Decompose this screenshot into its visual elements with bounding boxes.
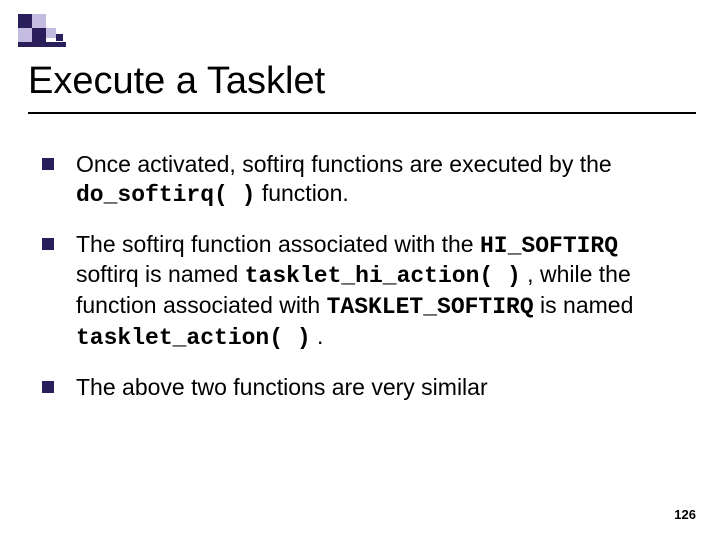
corner-decoration-line [18, 42, 66, 47]
bullet-item: Once activated, softirq functions are ex… [42, 150, 678, 210]
bullet-item: The above two functions are very similar [42, 373, 678, 402]
bullet-item: The softirq function associated with the… [42, 230, 678, 353]
square-bullet-icon [42, 238, 54, 250]
bullet-text: . [311, 323, 324, 349]
page-number: 126 [674, 507, 696, 522]
bullet-text: function. [255, 180, 348, 206]
bullet-text: The above two functions are very similar [76, 374, 488, 400]
code-span: tasklet_action( ) [76, 325, 311, 351]
code-span: do_softirq( ) [76, 182, 255, 208]
square-bullet-icon [42, 381, 54, 393]
bullet-text: softirq is named [76, 261, 245, 287]
bullet-text: is named [534, 292, 634, 318]
slide-title: Execute a Tasklet [28, 60, 325, 103]
slide-body: Once activated, softirq functions are ex… [42, 150, 678, 421]
code-span: tasklet_hi_action( ) [245, 263, 521, 289]
title-underline [28, 112, 696, 114]
bullet-text: Once activated, softirq functions are ex… [76, 151, 612, 177]
bullet-text: The softirq function associated with the [76, 231, 480, 257]
square-bullet-icon [42, 158, 54, 170]
code-span: TASKLET_SOFTIRQ [327, 294, 534, 320]
code-span: HI_SOFTIRQ [480, 233, 618, 259]
